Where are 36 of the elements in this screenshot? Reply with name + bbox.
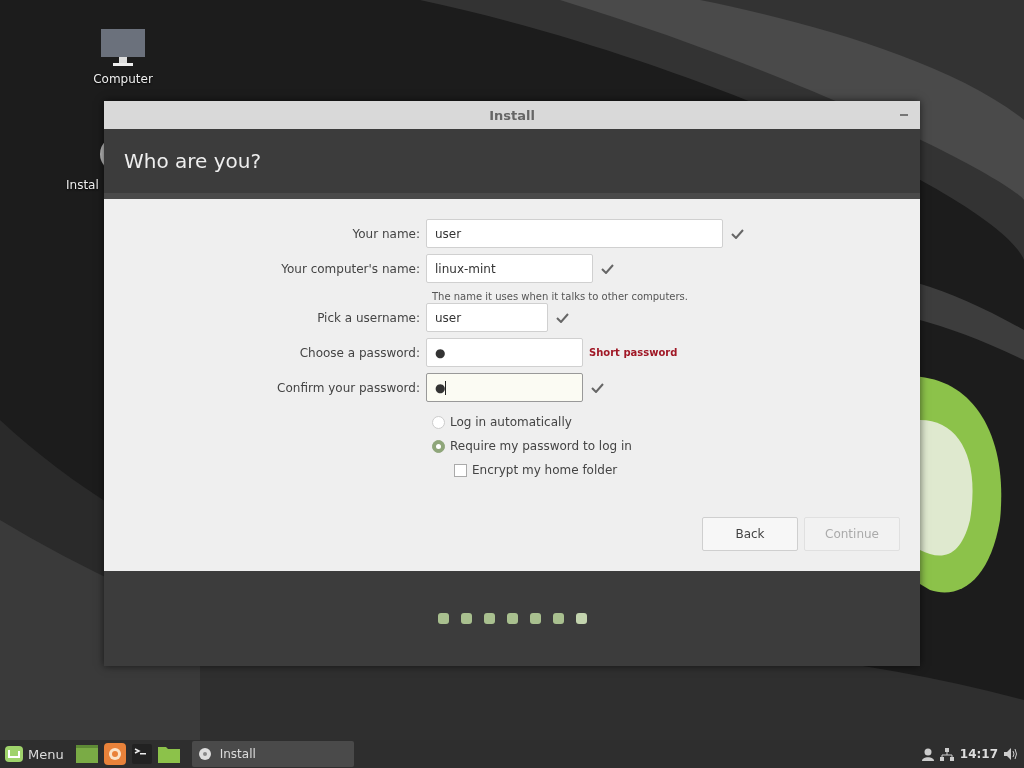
field-label: Pick a username: — [316, 310, 421, 325]
monitor-icon[interactable] — [100, 28, 146, 68]
disc-icon — [197, 747, 212, 761]
terminal-icon[interactable] — [131, 744, 152, 764]
radio-label[interactable]: Require my password to log in — [450, 439, 632, 453]
page-heading: Who are you? — [124, 149, 262, 173]
volume-icon[interactable] — [1004, 748, 1018, 760]
taskbar-window-button[interactable]: Install — [191, 741, 354, 767]
back-button[interactable]: Back — [702, 517, 798, 551]
field-label: Your computer's name: — [280, 261, 421, 276]
field-label: Choose a password: — [298, 345, 421, 360]
input-field[interactable]: linux-mint — [426, 254, 593, 283]
password-strength: Short password — [589, 347, 678, 358]
radio-button[interactable] — [432, 415, 445, 429]
desktop-icon[interactable] — [75, 744, 98, 764]
field-label: Confirm your password: — [276, 380, 421, 395]
clock[interactable]: 14:17 — [959, 747, 998, 761]
radio-label[interactable]: Log in automatically — [450, 415, 572, 429]
folder-icon[interactable] — [157, 745, 180, 763]
desktop-icon-label[interactable]: Instal — [66, 178, 99, 192]
field-label: Your name: — [351, 226, 421, 241]
window-title: Install — [489, 107, 535, 123]
logo-icon — [4, 745, 24, 763]
browser-icon[interactable] — [103, 743, 126, 765]
radio-button[interactable] — [432, 439, 445, 453]
menu-button[interactable]: Menu — [4, 745, 70, 763]
desktop-icon-label[interactable]: Computer — [93, 72, 153, 86]
field-hint: The name it uses when it talks to other computers. — [432, 291, 688, 302]
checkbox-label[interactable]: Encrypt my home folder — [472, 463, 618, 477]
input-field[interactable]: ● — [426, 338, 583, 367]
input-field[interactable]: user — [426, 219, 723, 248]
user-icon[interactable] — [921, 747, 934, 761]
input-field[interactable]: user — [426, 303, 548, 332]
network-icon[interactable] — [939, 747, 954, 761]
checkbox[interactable] — [454, 463, 467, 477]
input-field[interactable]: ● — [426, 373, 583, 402]
